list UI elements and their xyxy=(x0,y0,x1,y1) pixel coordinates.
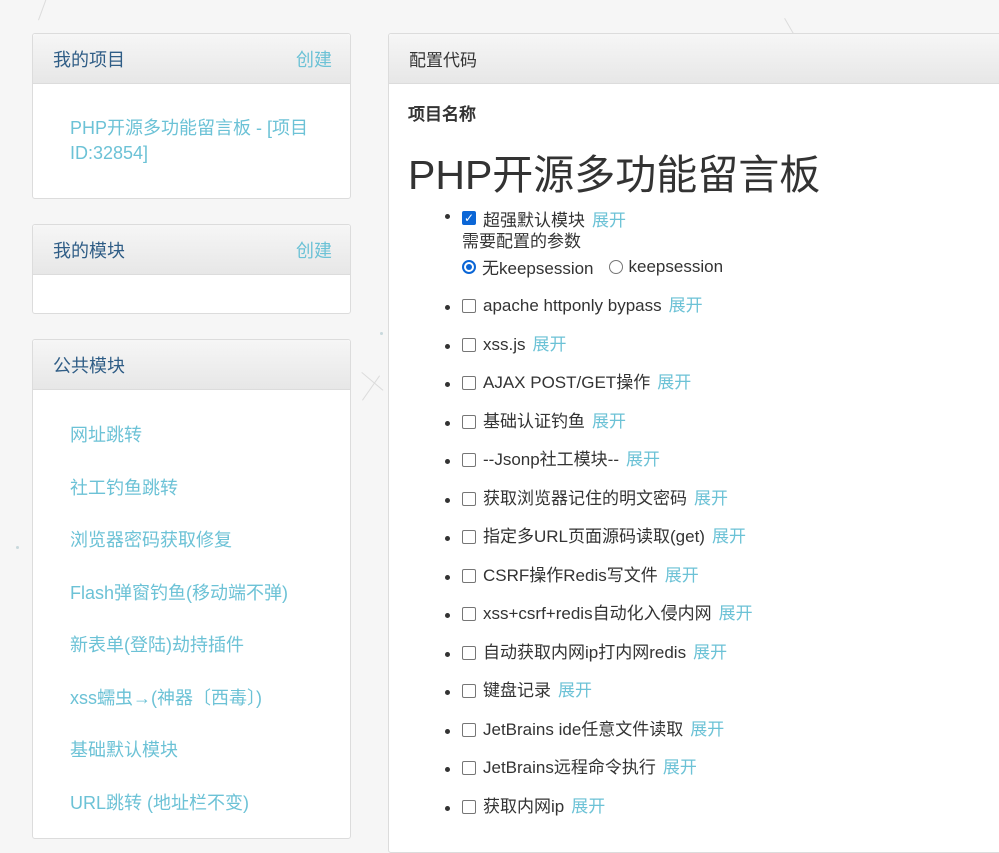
module-option: JetBrains ide任意文件读取展开 xyxy=(462,711,999,750)
create-module-link[interactable]: 创建 xyxy=(296,237,332,263)
module-label: 获取内网ip xyxy=(483,796,565,816)
module-label: --Jsonp社工模块-- xyxy=(483,450,620,469)
module-checkbox[interactable] xyxy=(462,453,476,468)
expand-link[interactable]: 展开 xyxy=(592,206,626,231)
expand-link[interactable]: 展开 xyxy=(657,364,691,403)
module-option: AJAX POST/GET操作展开 xyxy=(462,364,999,403)
config-code-title: 配置代码 xyxy=(409,51,477,70)
module-label: CSRF操作Redis写文件 xyxy=(483,565,658,585)
project-name-label: 项目名称 xyxy=(408,105,476,124)
public-module-link[interactable]: URL跳转 (地址栏不变) xyxy=(70,788,350,841)
expand-link[interactable]: 展开 xyxy=(533,326,567,365)
module-checkbox[interactable] xyxy=(462,645,476,660)
public-module-link[interactable]: xss蠕虫→(神器〔西毒〕) xyxy=(70,683,350,736)
expand-link[interactable]: 展开 xyxy=(571,788,605,827)
public-module-link[interactable]: 新表单(登陆)劫持插件 xyxy=(70,630,350,683)
public-module-link[interactable]: 社工钓鱼跳转 xyxy=(70,473,350,526)
my-projects-header: 我的项目 创建 xyxy=(33,34,350,84)
module-checkbox[interactable] xyxy=(462,376,476,391)
expand-link[interactable]: 展开 xyxy=(690,711,724,750)
radio-no-keepsession[interactable] xyxy=(462,259,476,274)
module-option: --Jsonp社工模块-- 展开 xyxy=(462,441,999,480)
module-checkbox[interactable] xyxy=(462,761,476,776)
module-checkbox[interactable] xyxy=(462,299,476,314)
module-checkbox[interactable] xyxy=(462,530,476,545)
my-projects-title: 我的项目 xyxy=(53,49,125,70)
module-options-list: apache httponly bypass展开xss.js展开AJAX POS… xyxy=(408,287,999,826)
module-checkbox[interactable] xyxy=(462,568,476,583)
background-decoration xyxy=(380,332,383,335)
public-module-link[interactable]: 基础默认模块 xyxy=(70,735,350,788)
expand-link[interactable]: 展开 xyxy=(663,749,697,788)
module-label: apache httponly bypass xyxy=(483,296,662,315)
expand-link[interactable]: 展开 xyxy=(694,480,728,519)
module-checkbox[interactable] xyxy=(462,491,476,506)
project-link[interactable]: PHP开源多功能留言板 - [项目ID:32854] xyxy=(70,116,314,166)
public-module-link[interactable]: 网址跳转 xyxy=(70,420,350,473)
module-option: xss.js 展开 xyxy=(462,326,999,365)
expand-link[interactable]: 展开 xyxy=(669,287,703,326)
module-option: 指定多URL页面源码读取(get) 展开 xyxy=(462,518,999,557)
module-label: 自动获取内网ip打内网redis xyxy=(483,642,687,662)
expand-link[interactable]: 展开 xyxy=(719,595,753,634)
module-checkbox[interactable] xyxy=(462,722,476,737)
module-label: 键盘记录 xyxy=(483,681,551,700)
keepsession-radio-group: 无keepsession keepsession xyxy=(462,254,999,279)
public-modules-header: 公共模块 xyxy=(33,340,350,390)
module-checkbox[interactable] xyxy=(462,684,476,699)
module-option: 基础认证钓鱼展开 xyxy=(462,403,999,442)
module-label: 基础认证钓鱼 xyxy=(483,411,585,431)
module-label: xss+csrf+redis自动化入侵内网 xyxy=(483,604,712,623)
module-label: 超强默认模块 xyxy=(483,210,585,230)
expand-link[interactable]: 展开 xyxy=(712,518,746,557)
module-options-list: ✓ 超强默认模块 展开 需要配置的参数 无keepsession keepses… xyxy=(408,207,999,279)
module-option: CSRF操作Redis写文件展开 xyxy=(462,557,999,596)
my-modules-header: 我的模块 创建 xyxy=(33,225,350,275)
background-decoration xyxy=(16,546,19,549)
module-option: 自动获取内网ip打内网redis 展开 xyxy=(462,634,999,673)
expand-link[interactable]: 展开 xyxy=(558,672,592,711)
module-option: 获取浏览器记住的明文密码展开 xyxy=(462,480,999,519)
module-option: xss+csrf+redis自动化入侵内网展开 xyxy=(462,595,999,634)
module-label: AJAX POST/GET操作 xyxy=(483,373,651,392)
module-option: 键盘记录展开 xyxy=(462,672,999,711)
create-project-link[interactable]: 创建 xyxy=(296,46,332,72)
module-option: ✓ 超强默认模块 展开 需要配置的参数 无keepsession keepses… xyxy=(462,207,999,279)
public-modules-list: 网址跳转 社工钓鱼跳转 浏览器密码获取修复 Flash弹窗钓鱼(移动端不弹) 新… xyxy=(33,390,350,840)
config-code-header: 配置代码 xyxy=(389,34,999,84)
my-modules-title: 我的模块 xyxy=(53,240,125,261)
config-code-panel: 配置代码 项目名称 PHP开源多功能留言板 ✓ 超强默认模块 展开 需要配置的参… xyxy=(388,33,999,853)
expand-link[interactable]: 展开 xyxy=(693,634,727,673)
expand-link[interactable]: 展开 xyxy=(592,403,626,442)
radio-label: keepsession xyxy=(628,256,724,276)
background-decoration xyxy=(361,372,384,391)
public-module-link[interactable]: 浏览器密码获取修复 xyxy=(70,525,350,578)
module-label: 指定多URL页面源码读取(get) xyxy=(483,527,705,546)
module-option: JetBrains远程命令执行展开 xyxy=(462,749,999,788)
module-label: JetBrains远程命令执行 xyxy=(483,758,656,777)
module-option: 获取内网ip 展开 xyxy=(462,788,999,827)
module-checkbox[interactable] xyxy=(462,799,476,814)
module-label: 获取浏览器记住的明文密码 xyxy=(483,488,687,508)
public-modules-title: 公共模块 xyxy=(53,355,125,376)
public-modules-panel: 公共模块 网址跳转 社工钓鱼跳转 浏览器密码获取修复 Flash弹窗钓鱼(移动端… xyxy=(32,339,351,839)
params-label: 需要配置的参数 xyxy=(462,232,581,251)
module-label: JetBrains ide任意文件读取 xyxy=(483,719,684,739)
radio-label: 无keepsession xyxy=(482,259,594,278)
project-title: PHP开源多功能留言板 xyxy=(408,152,821,198)
my-modules-panel: 我的模块 创建 xyxy=(32,224,351,314)
module-label: xss.js xyxy=(483,334,526,354)
radio-keepsession[interactable] xyxy=(608,259,623,274)
expand-link[interactable]: 展开 xyxy=(626,441,660,480)
expand-link[interactable]: 展开 xyxy=(665,557,699,596)
my-projects-panel: 我的项目 创建 PHP开源多功能留言板 - [项目ID:32854] xyxy=(32,33,351,199)
module-checkbox[interactable] xyxy=(462,337,476,352)
module-checkbox[interactable]: ✓ xyxy=(462,211,476,225)
module-checkbox[interactable] xyxy=(462,414,476,429)
module-checkbox[interactable] xyxy=(462,607,476,622)
background-decoration xyxy=(38,0,48,21)
module-option: apache httponly bypass 展开 xyxy=(462,287,999,326)
public-module-link[interactable]: Flash弹窗钓鱼(移动端不弹) xyxy=(70,578,350,631)
